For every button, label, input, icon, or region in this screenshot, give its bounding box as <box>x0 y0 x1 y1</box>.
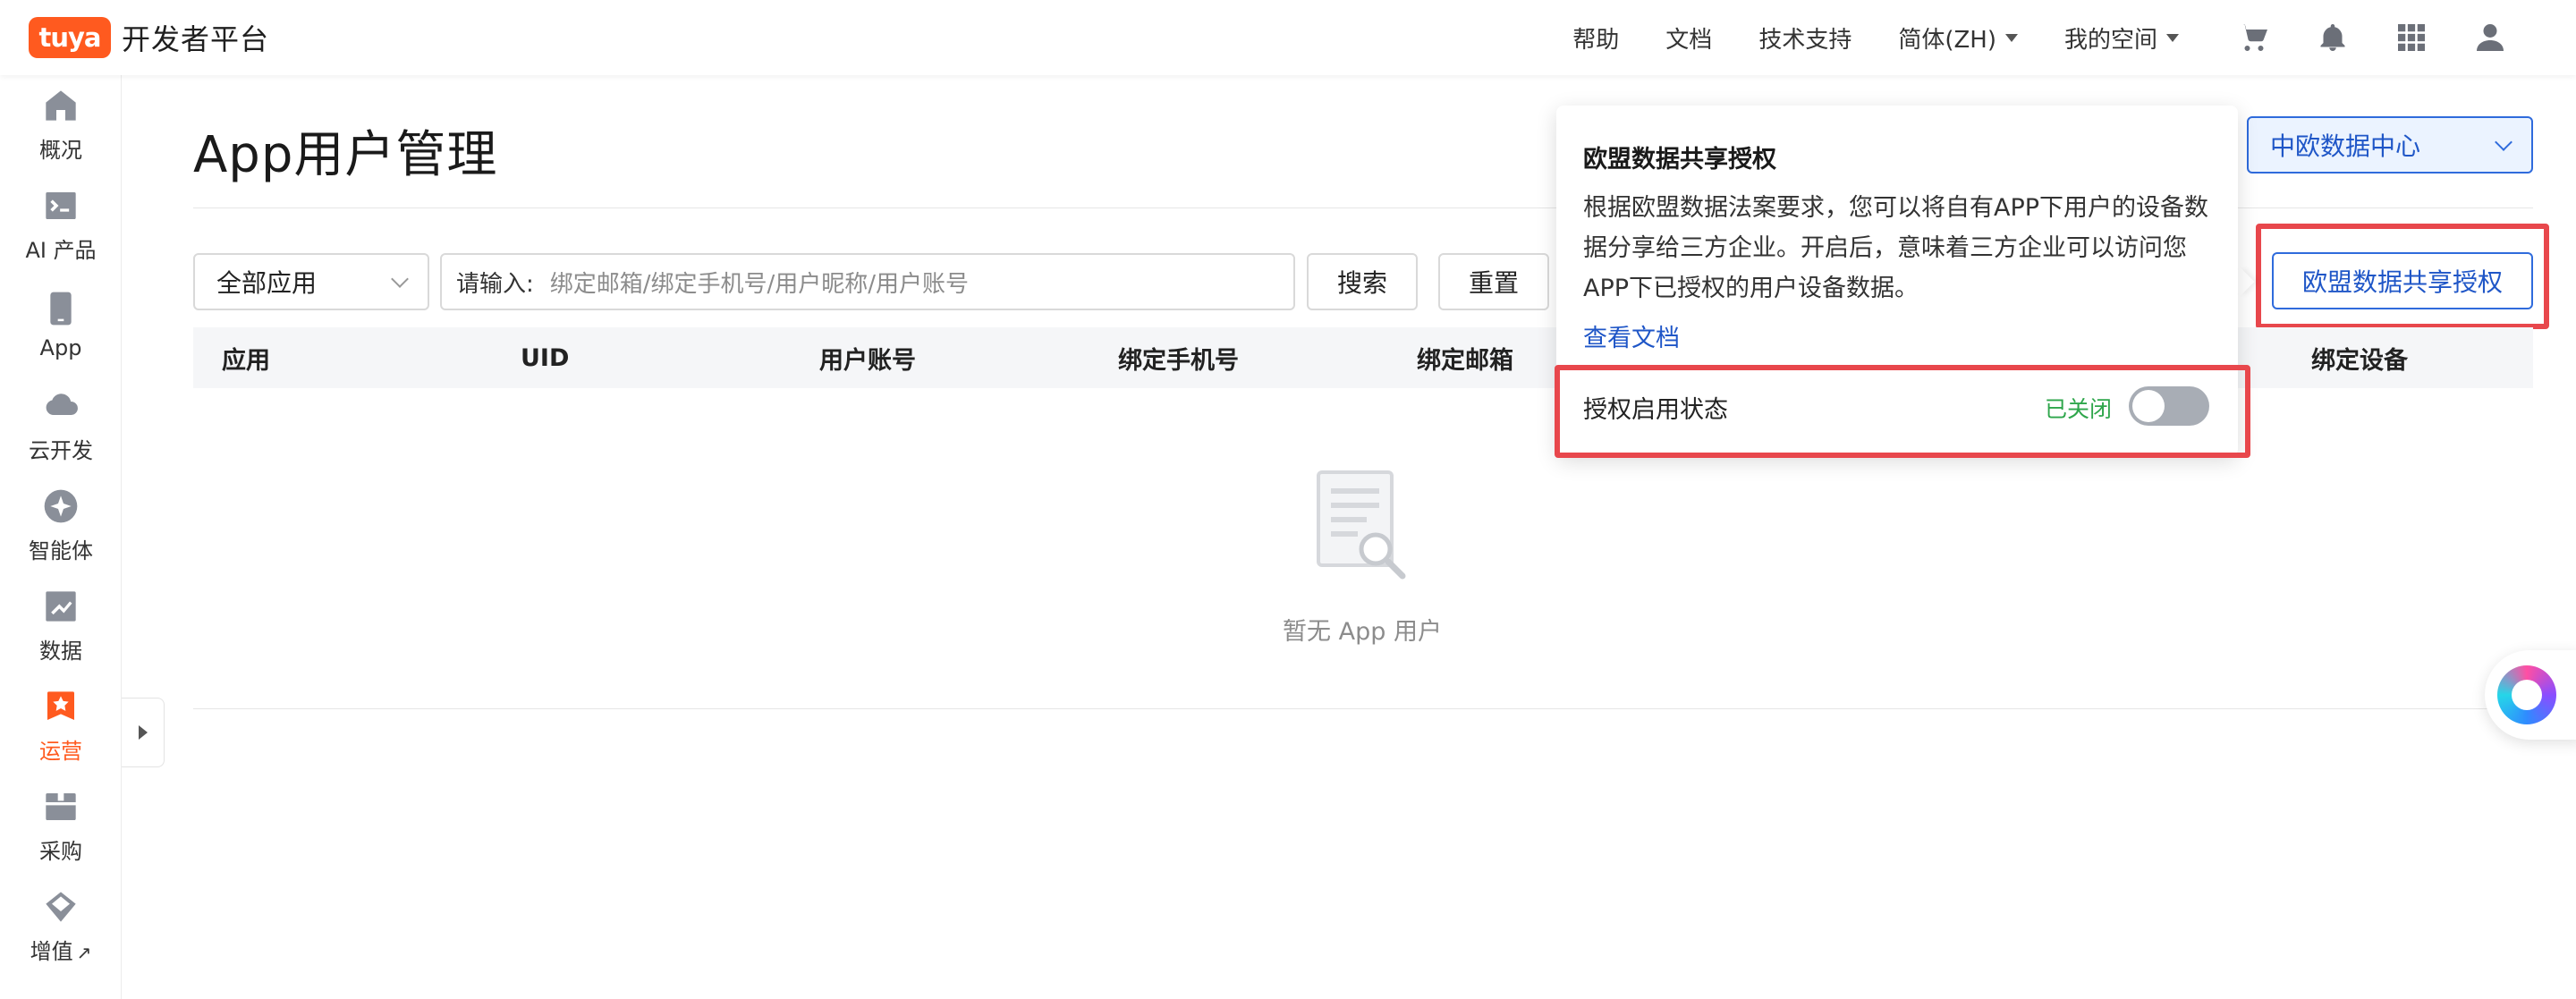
external-link-icon: ↗ <box>76 941 92 963</box>
caret-down-icon <box>2166 33 2179 42</box>
chart-icon <box>46 590 76 622</box>
sidebar-item-data[interactable]: 数据 <box>0 576 122 676</box>
sidebar-item-ai-product[interactable]: AI 产品 <box>0 175 122 275</box>
search-placeholder: 绑定邮箱/绑定手机号/用户昵称/用户账号 <box>549 270 970 298</box>
popover-description: 根据欧盟数据法案要求，您可以将自有APP下用户的设备数据分享给三方企业。开启后，… <box>1583 194 2209 302</box>
tuya-logo: tuya <box>29 17 111 58</box>
sidebar-item-agent[interactable]: 智能体 <box>0 476 122 576</box>
reset-button[interactable]: 重置 <box>1438 253 1549 310</box>
search-prefix-label: 请输入: <box>456 270 534 298</box>
chevron-down-icon <box>391 270 409 288</box>
search-button[interactable]: 搜索 <box>1307 253 1418 310</box>
sidebar-item-label: AI 产品 <box>25 237 97 263</box>
ai-assistant-button[interactable] <box>2485 650 2576 740</box>
chevron-down-icon <box>2495 133 2512 151</box>
column-header-account[interactable]: 用户账号 <box>819 327 916 388</box>
bookmark-icon <box>47 690 74 720</box>
cart-icon[interactable] <box>2215 11 2293 64</box>
phone-icon <box>50 292 72 326</box>
apps-grid-icon[interactable] <box>2372 11 2451 64</box>
sidebar-item-label: 增值 ↗ <box>30 934 92 965</box>
sidebar-collapse-toggle[interactable] <box>122 698 165 767</box>
empty-document-icon <box>1317 470 1406 580</box>
nav-help[interactable]: 帮助 <box>1572 21 1619 55</box>
platform-title: 开发者平台 <box>122 22 270 56</box>
top-nav: 帮助 文档 技术支持 简体(ZH) 我的空间 <box>1526 0 2576 75</box>
top-header: tuya 开发者平台 帮助 文档 技术支持 简体(ZH) 我的空间 <box>0 0 2576 75</box>
assistant-orb-icon <box>2497 665 2556 724</box>
sidebar-item-operations[interactable]: 运营 <box>0 676 122 776</box>
search-input[interactable]: 请输入: 绑定邮箱/绑定手机号/用户昵称/用户账号 <box>440 253 1295 310</box>
sidebar-item-overview[interactable]: 概况 <box>0 75 122 175</box>
column-header-uid[interactable]: UID <box>521 327 569 388</box>
sidebar-item-cloud-dev[interactable]: 云开发 <box>0 376 122 476</box>
sidebar-item-purchase[interactable]: 采购 <box>0 776 122 876</box>
sparkle-icon <box>44 489 78 522</box>
home-icon <box>46 89 76 121</box>
app-filter-select[interactable]: 全部应用 <box>193 253 429 310</box>
nav-support[interactable]: 技术支持 <box>1758 21 1852 55</box>
sidebar-item-value-added[interactable]: 增值 ↗ <box>0 876 122 977</box>
logo[interactable]: tuya 开发者平台 <box>29 17 269 58</box>
diamond-icon <box>46 891 76 922</box>
data-center-value: 中欧数据中心 <box>2270 131 2421 161</box>
box-icon <box>46 792 76 820</box>
column-header-device[interactable]: 绑定设备 <box>2311 327 2408 388</box>
caret-down-icon <box>2004 33 2018 42</box>
language-dropdown[interactable]: 简体(ZH) <box>1898 21 2018 55</box>
sidebar-item-label: 概况 <box>39 137 82 163</box>
divider <box>193 708 2533 709</box>
workspace-dropdown[interactable]: 我的空间 <box>2064 21 2179 55</box>
app-filter-value: 全部应用 <box>216 268 318 298</box>
sidebar-item-label: 数据 <box>39 638 82 664</box>
bell-icon[interactable] <box>2293 11 2372 64</box>
data-center-select[interactable]: 中欧数据中心 <box>2247 116 2533 174</box>
sidebar-item-label: 采购 <box>39 838 82 864</box>
sidebar-item-label: 运营 <box>39 738 82 764</box>
language-label: 简体(ZH) <box>1898 26 1996 54</box>
view-docs-link[interactable]: 查看文档 <box>1583 318 1680 353</box>
sidebar-item-label: 智能体 <box>29 538 93 563</box>
sidebar-item-text: 增值 <box>30 938 73 964</box>
header-icon-group <box>2215 11 2529 64</box>
nav-docs[interactable]: 文档 <box>1665 21 1712 55</box>
cloud-icon <box>46 393 78 415</box>
empty-state-text: 暂无 App 用户 <box>1283 618 1442 646</box>
user-icon[interactable] <box>2451 11 2529 64</box>
caret-right-icon <box>138 725 148 740</box>
terminal-icon <box>46 191 76 219</box>
workspace-label: 我的空间 <box>2063 26 2157 54</box>
eu-data-share-button[interactable]: 欧盟数据共享授权 <box>2272 252 2533 309</box>
sidebar-item-app[interactable]: App <box>0 275 122 376</box>
left-sidebar: 概况 AI 产品 App 云开发 智能体 数据 运营 采购 增值 ↗ <box>0 75 122 999</box>
column-header-phone[interactable]: 绑定手机号 <box>1118 327 1239 388</box>
page-title: App用户管理 <box>193 126 498 184</box>
column-header-app[interactable]: 应用 <box>222 327 270 388</box>
sidebar-item-label: App <box>39 335 82 360</box>
column-header-email[interactable]: 绑定邮箱 <box>1417 327 1513 388</box>
popover-title: 欧盟数据共享授权 <box>1583 146 1776 174</box>
sidebar-item-label: 云开发 <box>29 437 93 463</box>
highlight-box <box>1555 365 2250 458</box>
